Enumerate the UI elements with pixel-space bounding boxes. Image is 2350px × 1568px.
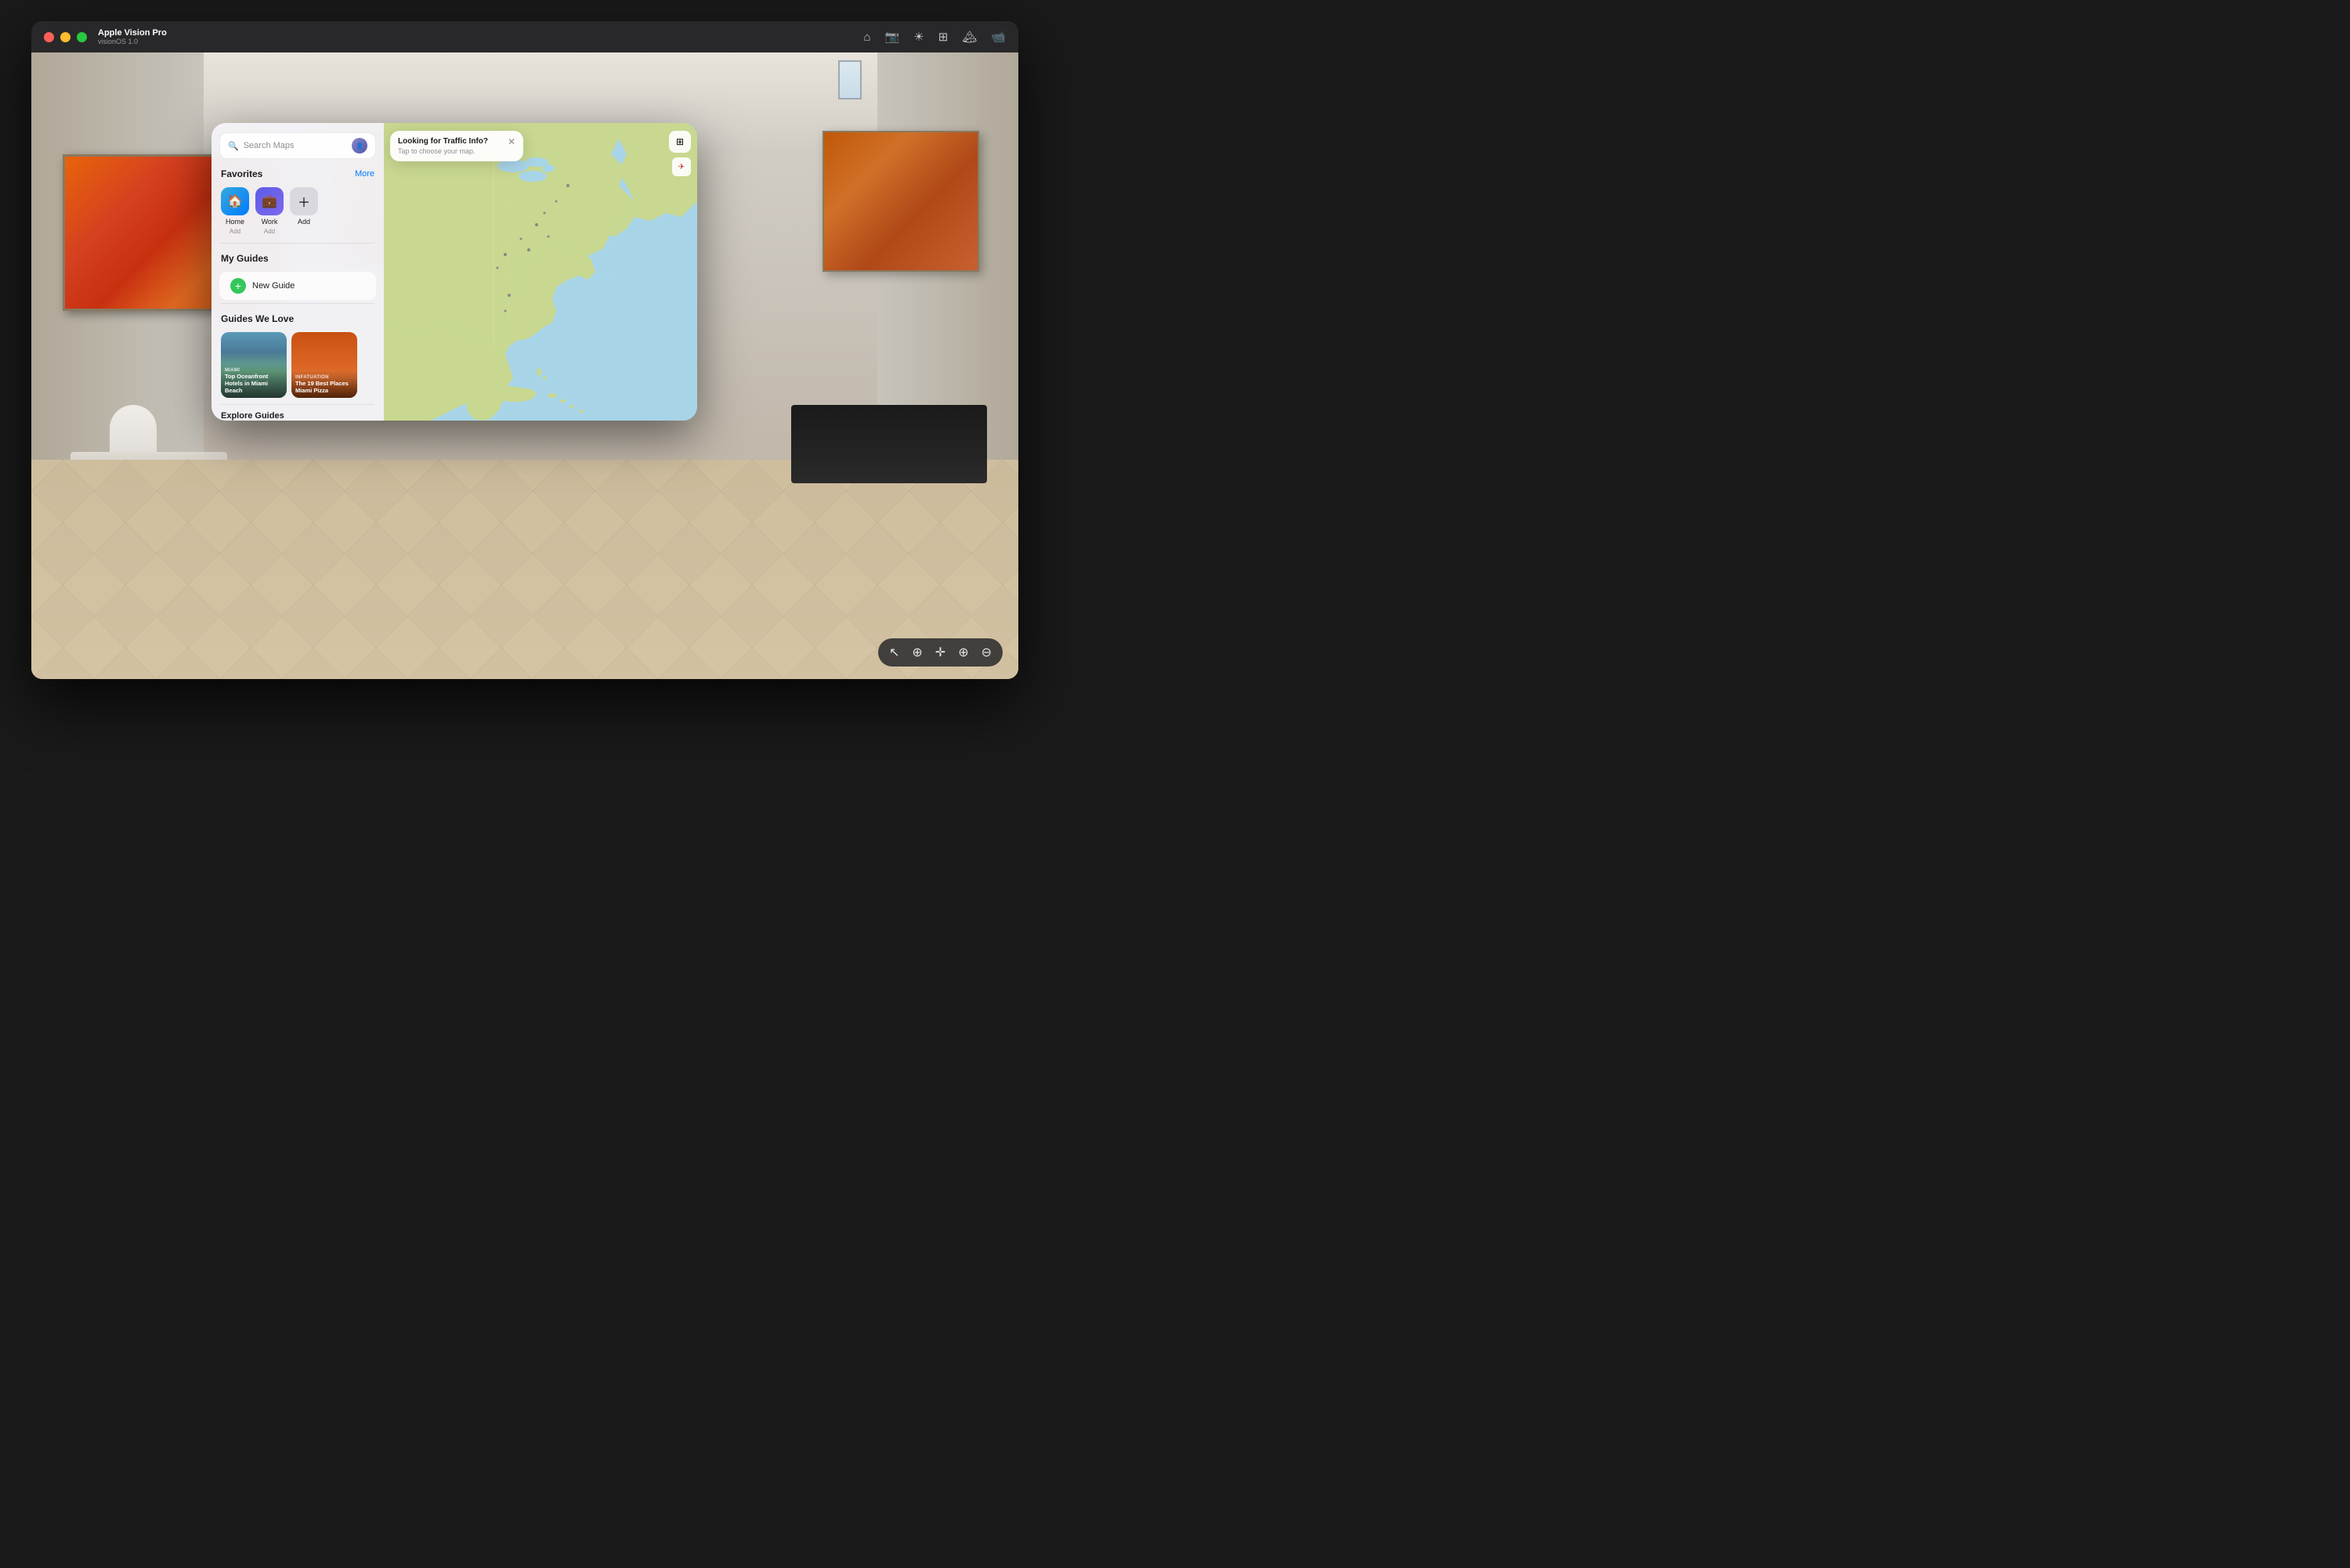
screenshot-icon[interactable]: 📷 [885,30,900,44]
add-circle-icon[interactable]: ⊕ [912,645,922,660]
brightness-icon[interactable]: ☀ [913,30,924,44]
map-background: Looking for Traffic Info? Tap to choose … [384,123,697,421]
guide-card-pizza-overlay: INFATUATION The 19 Best Places Miami Piz… [291,370,357,398]
display-icon[interactable]: ⊞ [938,30,949,44]
map-compass[interactable]: ✈ [672,157,691,176]
favorite-add[interactable]: ＋ Add [290,187,318,235]
work-fav-icon: 💼 [255,187,284,215]
zoom-out-icon[interactable]: ⊖ [982,645,992,660]
new-guide-plus-icon: + [230,278,246,294]
skylight-right [838,60,862,99]
my-guides-section: My Guides + New Guide [212,244,384,300]
guides-we-love-title: Guides We Love [221,313,294,324]
compass-icon: ✈ [678,163,685,172]
user-avatar[interactable]: 👤 [352,138,367,154]
artwork-right [822,131,979,272]
favorite-home[interactable]: 🏠 Home Add [221,187,249,235]
room-background: 🔍 Search Maps 👤 Favorites More 🏠 Home [31,52,1018,679]
title-bar-right: ⌂ 📷 ☀ ⊞ 🏔 📹 [863,30,1006,44]
guide-title-pizza: The 19 Best Places Miami Pizza [295,380,353,394]
title-info: Apple Vision Pro visionOS 1.0 [98,28,167,45]
bench-right [791,405,987,483]
my-guides-title: My Guides [221,253,269,264]
title-bar: Apple Vision Pro visionOS 1.0 ⌂ 📷 ☀ ⊞ 🏔 … [31,21,1018,52]
guide-card-pizza[interactable]: INFATUATION The 19 Best Places Miami Piz… [291,332,357,398]
favorite-work[interactable]: 💼 Work Add [255,187,284,235]
move-icon[interactable]: ✛ [935,645,945,660]
work-sublabel: Add [264,228,275,235]
video-icon[interactable]: 📹 [991,30,1006,44]
cursor-icon[interactable]: ↖ [889,645,899,660]
favorites-header: Favorites More [212,165,384,184]
maps-sidebar: 🔍 Search Maps 👤 Favorites More 🏠 Home [212,123,384,421]
new-guide-label: New Guide [252,281,295,291]
work-label: Work [262,218,278,226]
home-sublabel: Add [230,228,240,235]
floor [31,460,1018,679]
app-title: Apple Vision Pro [98,28,167,38]
guide-cards: MIAMI Top Oceanfront Hotels in Miami Bea… [212,329,384,404]
app-subtitle: visionOS 1.0 [98,38,167,45]
home-label: Home [226,218,244,226]
traffic-icon-button[interactable]: ⊞ [669,131,691,153]
favorites-more[interactable]: More [355,169,374,179]
traffic-popup-subtitle: Tap to choose your map. [398,147,501,155]
globe-icon[interactable]: ⊕ [958,645,968,660]
mac-window: Apple Vision Pro visionOS 1.0 ⌂ 📷 ☀ ⊞ 🏔 … [31,21,1018,679]
guide-title-miami: Top Oceanfront Hotels in Miami Beach [225,373,283,394]
traffic-lights [44,32,87,42]
landscape-icon[interactable]: 🏔 [962,30,977,44]
favorites-row: 🏠 Home Add 💼 Work Add ＋ Add [212,184,384,243]
guides-we-love-header: Guides We Love [212,310,384,329]
search-input[interactable]: Search Maps [244,141,347,150]
my-guides-header: My Guides [212,250,384,269]
explore-title: Explore Guides [221,411,374,421]
close-button[interactable] [44,32,54,42]
minimize-button[interactable] [60,32,70,42]
fullscreen-button[interactable] [77,32,87,42]
new-guide-button[interactable]: + New Guide [219,272,376,300]
traffic-grid-icon: ⊞ [676,136,684,147]
explore-guides-section: Explore Guides Where do you want to expl… [212,405,384,421]
guides-we-love-section: Guides We Love MIAMI Top Oceanfront Hote… [212,304,384,404]
search-icon: 🔍 [228,141,239,151]
traffic-popup-title: Looking for Traffic Info? [398,137,501,146]
guide-card-miami-beach[interactable]: MIAMI Top Oceanfront Hotels in Miami Bea… [221,332,287,398]
home-icon[interactable]: ⌂ [863,31,870,44]
favorites-title: Favorites [221,168,262,179]
traffic-close-icon[interactable]: ✕ [508,137,515,146]
room-scene: 🔍 Search Maps 👤 Favorites More 🏠 Home [31,52,1018,679]
add-label: Add [298,218,310,226]
maps-container: 🔍 Search Maps 👤 Favorites More 🏠 Home [212,123,697,421]
add-fav-icon: ＋ [290,187,318,215]
home-fav-icon: 🏠 [221,187,249,215]
traffic-popup: Looking for Traffic Info? Tap to choose … [390,131,523,161]
maps-map[interactable]: Looking for Traffic Info? Tap to choose … [384,123,697,421]
guide-card-miami-beach-overlay: MIAMI Top Oceanfront Hotels in Miami Bea… [221,363,287,398]
search-bar[interactable]: 🔍 Search Maps 👤 [219,132,376,159]
bottom-toolbar: ↖ ⊕ ✛ ⊕ ⊖ [878,638,1003,667]
traffic-popup-content: Looking for Traffic Info? Tap to choose … [398,137,501,155]
